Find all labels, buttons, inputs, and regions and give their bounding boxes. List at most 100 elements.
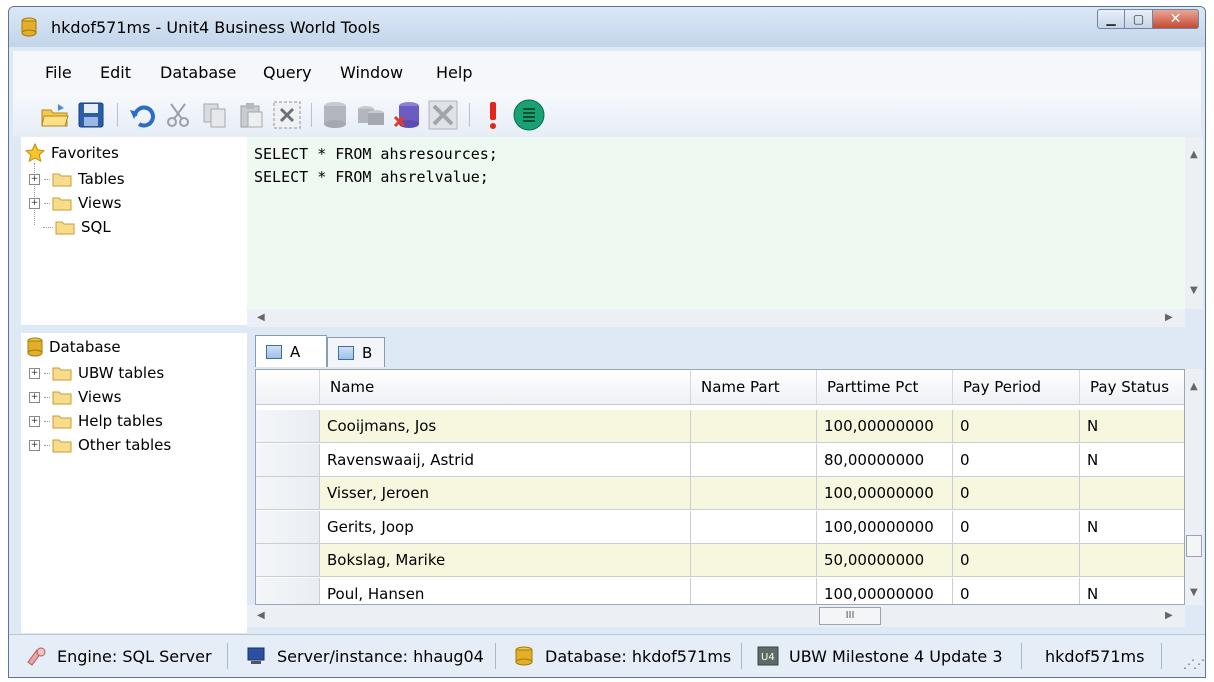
database-item-other-tables[interactable]: + Other tables — [29, 433, 171, 457]
row-header-corner[interactable] — [256, 370, 320, 404]
table-row[interactable]: Visser, Jeroen 100,00000000 0 — [256, 477, 1184, 510]
scroll-right-arrow-icon[interactable]: ▶ — [1165, 312, 1173, 323]
table-row[interactable]: Poul, Hansen 100,00000000 0 N — [256, 577, 1184, 604]
database-root[interactable]: Database — [27, 335, 121, 359]
grid-vertical-scroll-thumb[interactable] — [1186, 535, 1202, 557]
expand-icon[interactable]: + — [29, 173, 40, 185]
cell-name-part[interactable] — [691, 443, 817, 476]
scroll-down-arrow-icon[interactable]: ▼ — [1190, 285, 1198, 296]
left-pane-splitter[interactable] — [21, 325, 247, 333]
cell-name[interactable]: Poul, Hansen — [320, 577, 691, 604]
scroll-up-arrow-icon[interactable]: ▲ — [1190, 381, 1198, 392]
cell-parttime-pct[interactable]: 50,00000000 — [817, 544, 953, 576]
row-header[interactable] — [256, 510, 320, 543]
grid-horizontal-scrollbar[interactable]: ◀ III ▶ — [247, 605, 1185, 627]
favorites-root[interactable]: Favorites — [25, 141, 119, 165]
delete-button[interactable] — [271, 99, 303, 131]
cell-pay-period[interactable]: 0 — [953, 510, 1080, 543]
menu-database[interactable]: Database — [160, 63, 236, 82]
grid-horizontal-scroll-thumb[interactable]: III — [819, 607, 881, 625]
undo-button[interactable] — [127, 99, 159, 131]
cell-name-part[interactable] — [691, 577, 817, 604]
cell-pay-status[interactable]: N — [1080, 510, 1184, 543]
table-row[interactable]: Gerits, Joop 100,00000000 0 N — [256, 510, 1184, 544]
cell-pay-status[interactable]: N — [1080, 443, 1184, 476]
cell-parttime-pct[interactable]: 100,00000000 — [817, 410, 953, 442]
database-stack-button[interactable] — [355, 99, 387, 131]
favorites-item-sql[interactable]: SQL — [43, 215, 111, 239]
sql-editor[interactable]: SELECT * FROM ahsresources; SELECT * FRO… — [247, 137, 1185, 309]
tab-a[interactable]: A — [255, 335, 327, 367]
row-header[interactable] — [256, 544, 320, 576]
open-button[interactable] — [39, 99, 71, 131]
cell-parttime-pct[interactable]: 80,00000000 — [817, 443, 953, 476]
cell-parttime-pct[interactable]: 100,00000000 — [817, 577, 953, 604]
menu-help[interactable]: Help — [436, 63, 472, 82]
expand-icon[interactable]: + — [29, 415, 40, 427]
database-item-ubw-tables[interactable]: + UBW tables — [29, 361, 164, 385]
expand-icon[interactable]: + — [29, 439, 40, 451]
expand-icon[interactable]: + — [29, 391, 40, 403]
title-bar[interactable]: hkdof571ms - Unit4 Business World Tools … — [9, 7, 1205, 47]
menu-file[interactable]: File — [45, 63, 72, 82]
stop-button[interactable] — [477, 99, 509, 131]
resize-grip-icon[interactable]: ⋰⋰ — [1183, 657, 1205, 671]
column-header-pay-status[interactable]: Pay Status — [1080, 370, 1184, 404]
cell-name-part[interactable] — [691, 477, 817, 509]
cell-pay-period[interactable]: 0 — [953, 544, 1080, 576]
tab-b[interactable]: B — [327, 337, 385, 367]
scroll-up-arrow-icon[interactable]: ▲ — [1190, 149, 1198, 160]
column-header-name[interactable]: Name — [320, 370, 691, 404]
database-button[interactable] — [319, 99, 351, 131]
menu-window[interactable]: Window — [340, 63, 403, 82]
grid-vertical-scrollbar[interactable]: ▲ ▼ — [1185, 369, 1203, 605]
cell-name-part[interactable] — [691, 410, 817, 442]
execute-button[interactable] — [513, 99, 545, 131]
favorites-item-views[interactable]: + Views — [29, 191, 121, 215]
cell-name-part[interactable] — [691, 544, 817, 576]
cell-pay-status[interactable] — [1080, 544, 1184, 576]
cell-name[interactable]: Visser, Jeroen — [320, 477, 691, 509]
row-header[interactable] — [256, 410, 320, 442]
cell-pay-status[interactable]: N — [1080, 410, 1184, 442]
expand-icon[interactable]: + — [29, 197, 40, 209]
row-header[interactable] — [256, 477, 320, 509]
cell-parttime-pct[interactable]: 100,00000000 — [817, 477, 953, 509]
column-header-parttime-pct[interactable]: Parttime Pct — [817, 370, 953, 404]
scroll-left-arrow-icon[interactable]: ◀ — [257, 312, 265, 323]
cell-name[interactable]: Gerits, Joop — [320, 510, 691, 543]
save-button[interactable] — [75, 99, 107, 131]
database-item-views[interactable]: + Views — [29, 385, 121, 409]
scroll-down-arrow-icon[interactable]: ▼ — [1190, 587, 1198, 598]
tools-button[interactable] — [427, 99, 459, 131]
cell-name-part[interactable] — [691, 510, 817, 543]
editor-horizontal-scrollbar[interactable]: ◀ ▶ — [247, 309, 1185, 327]
database-delete-button[interactable] — [391, 99, 423, 131]
column-header-pay-period[interactable]: Pay Period — [953, 370, 1080, 404]
scroll-right-arrow-icon[interactable]: ▶ — [1165, 610, 1173, 621]
maximize-button[interactable]: ▢ — [1125, 9, 1153, 29]
table-row[interactable]: Cooijmans, Jos 100,00000000 0 N — [256, 410, 1184, 443]
paste-button[interactable] — [235, 99, 267, 131]
menu-query[interactable]: Query — [263, 63, 312, 82]
minimize-button[interactable]: ▁ — [1097, 9, 1125, 29]
row-header[interactable] — [256, 577, 320, 604]
table-row[interactable]: Bokslag, Marike 50,00000000 0 — [256, 544, 1184, 577]
cell-pay-period[interactable]: 0 — [953, 577, 1080, 604]
cell-name[interactable]: Cooijmans, Jos — [320, 410, 691, 442]
cell-pay-period[interactable]: 0 — [953, 443, 1080, 476]
cell-pay-status[interactable] — [1080, 477, 1184, 509]
database-item-help-tables[interactable]: + Help tables — [29, 409, 163, 433]
cell-pay-period[interactable]: 0 — [953, 410, 1080, 442]
cell-name[interactable]: Bokslag, Marike — [320, 544, 691, 576]
row-header[interactable] — [256, 443, 320, 476]
scroll-left-arrow-icon[interactable]: ◀ — [257, 610, 265, 621]
favorites-item-tables[interactable]: + Tables — [29, 167, 125, 191]
cell-parttime-pct[interactable]: 100,00000000 — [817, 510, 953, 543]
cut-button[interactable] — [163, 99, 195, 131]
cell-pay-status[interactable]: N — [1080, 577, 1184, 604]
cell-name[interactable]: Ravenswaaij, Astrid — [320, 443, 691, 476]
close-button[interactable]: ✕ — [1153, 9, 1199, 29]
expand-icon[interactable]: + — [29, 367, 40, 379]
table-row[interactable]: Ravenswaaij, Astrid 80,00000000 0 N — [256, 443, 1184, 477]
